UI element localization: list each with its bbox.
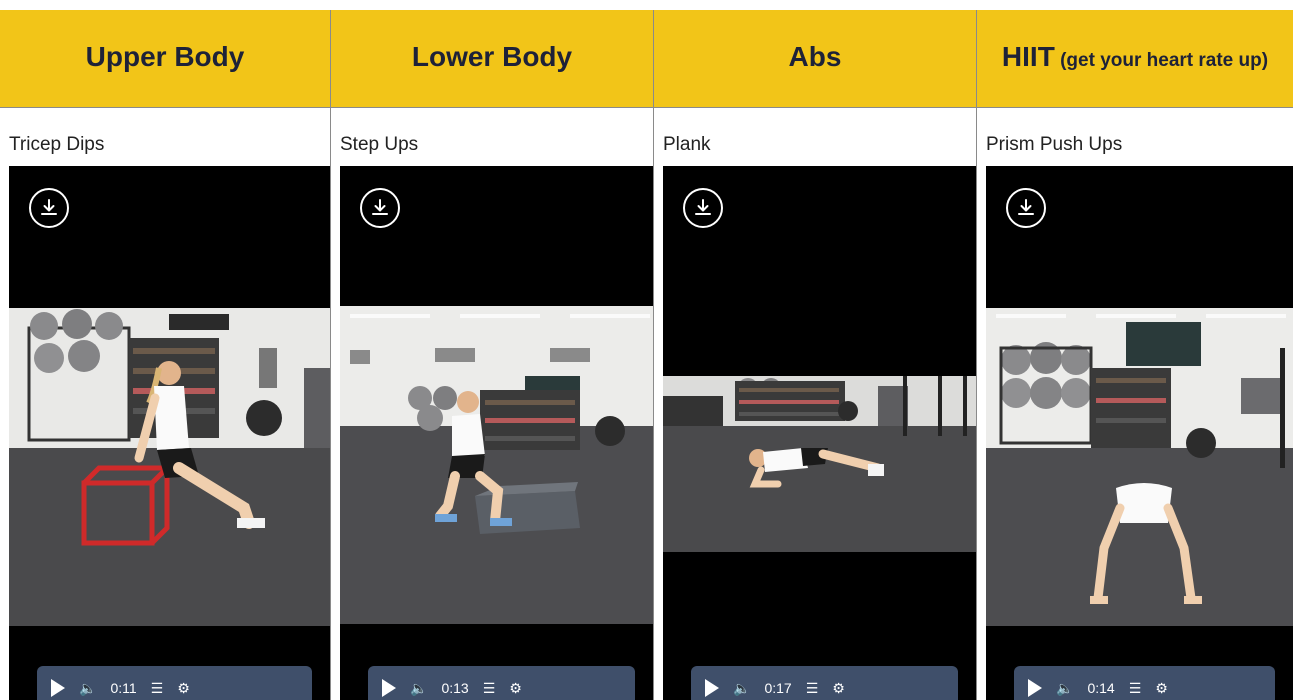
video-controls: 🔈 0:13 ☰ ⚙ bbox=[368, 666, 635, 700]
download-button[interactable] bbox=[29, 188, 69, 228]
quality-button[interactable]: ☰ bbox=[806, 680, 819, 697]
volume-button[interactable]: 🔈 bbox=[410, 680, 427, 697]
quality-button[interactable]: ☰ bbox=[483, 680, 496, 697]
download-button[interactable] bbox=[683, 188, 723, 228]
video-frame bbox=[9, 308, 330, 626]
volume-icon: 🔈 bbox=[410, 679, 428, 696]
gear-icon: ⚙ bbox=[177, 679, 190, 696]
download-icon bbox=[1018, 199, 1034, 215]
play-icon bbox=[1028, 679, 1042, 697]
play-button[interactable] bbox=[382, 679, 396, 697]
video-player[interactable]: 🔈 0:17 ☰ ⚙ bbox=[663, 166, 976, 700]
gear-icon: ⚙ bbox=[509, 679, 522, 696]
play-button[interactable] bbox=[51, 679, 65, 697]
video-player[interactable]: 🔈 0:11 ☰ ⚙ bbox=[9, 166, 330, 700]
quality-icon: ☰ bbox=[805, 679, 819, 696]
settings-button[interactable]: ⚙ bbox=[832, 680, 845, 697]
column-hiit: HIIT (get your heart rate up) Prism Push… bbox=[976, 10, 1293, 700]
download-icon bbox=[695, 199, 711, 215]
volume-icon: 🔈 bbox=[733, 679, 751, 696]
video-controls: 🔈 0:14 ☰ ⚙ bbox=[1014, 666, 1275, 700]
play-button[interactable] bbox=[705, 679, 719, 697]
volume-button[interactable]: 🔈 bbox=[79, 680, 96, 697]
settings-button[interactable]: ⚙ bbox=[177, 680, 190, 697]
header-title: Lower Body bbox=[411, 40, 573, 72]
quality-button[interactable]: ☰ bbox=[1129, 680, 1142, 697]
play-button[interactable] bbox=[1028, 679, 1042, 697]
video-frame bbox=[986, 308, 1293, 626]
column-lower-body: Lower Body Step Ups 🔈 0:13 ☰ ⚙ bbox=[330, 10, 653, 700]
header-title: Abs bbox=[788, 40, 842, 72]
column-header: Lower Body bbox=[331, 10, 653, 108]
video-frame bbox=[340, 306, 653, 624]
video-player[interactable]: 🔈 0:14 ☰ ⚙ bbox=[986, 166, 1293, 700]
quality-button[interactable]: ☰ bbox=[151, 680, 164, 697]
column-abs: Abs Plank 🔈 0:17 ☰ ⚙ bbox=[653, 10, 976, 700]
download-button[interactable] bbox=[360, 188, 400, 228]
workout-grid: Upper Body Tricep Dips 🔈 0:11 ☰ ⚙ Lower … bbox=[0, 10, 1293, 700]
exercise-title: Prism Push Ups bbox=[986, 134, 1123, 155]
volume-icon: 🔈 bbox=[1056, 679, 1074, 696]
video-player[interactable]: 🔈 0:13 ☰ ⚙ bbox=[340, 166, 653, 700]
exercise-title: Step Ups bbox=[340, 134, 419, 155]
time-readout: 0:13 bbox=[441, 680, 469, 696]
video-controls: 🔈 0:17 ☰ ⚙ bbox=[691, 666, 958, 700]
volume-icon: 🔈 bbox=[79, 679, 97, 696]
column-upper-body: Upper Body Tricep Dips 🔈 0:11 ☰ ⚙ bbox=[0, 10, 330, 700]
download-icon bbox=[372, 199, 388, 215]
volume-button[interactable]: 🔈 bbox=[733, 680, 750, 697]
video-frame bbox=[663, 376, 976, 552]
play-icon bbox=[51, 679, 65, 697]
quality-icon: ☰ bbox=[150, 679, 164, 696]
volume-button[interactable]: 🔈 bbox=[1056, 680, 1073, 697]
settings-button[interactable]: ⚙ bbox=[509, 680, 522, 697]
download-button[interactable] bbox=[1006, 188, 1046, 228]
quality-icon: ☰ bbox=[1128, 679, 1142, 696]
settings-button[interactable]: ⚙ bbox=[1155, 680, 1168, 697]
header-title: HIIT (get your heart rate up) bbox=[1001, 40, 1269, 72]
gear-icon: ⚙ bbox=[1155, 679, 1168, 696]
column-header: Abs bbox=[654, 10, 976, 108]
play-icon bbox=[705, 679, 719, 697]
time-readout: 0:17 bbox=[764, 680, 792, 696]
quality-icon: ☰ bbox=[482, 679, 496, 696]
time-readout: 0:11 bbox=[110, 680, 137, 696]
exercise-title: Plank bbox=[663, 134, 711, 155]
header-title: Upper Body bbox=[85, 40, 245, 72]
download-icon bbox=[41, 199, 57, 215]
play-icon bbox=[382, 679, 396, 697]
time-readout: 0:14 bbox=[1087, 680, 1115, 696]
gear-icon: ⚙ bbox=[832, 679, 845, 696]
column-header: HIIT (get your heart rate up) bbox=[977, 10, 1293, 108]
video-controls: 🔈 0:11 ☰ ⚙ bbox=[37, 666, 312, 700]
exercise-title: Tricep Dips bbox=[9, 134, 105, 155]
column-header: Upper Body bbox=[0, 10, 330, 108]
